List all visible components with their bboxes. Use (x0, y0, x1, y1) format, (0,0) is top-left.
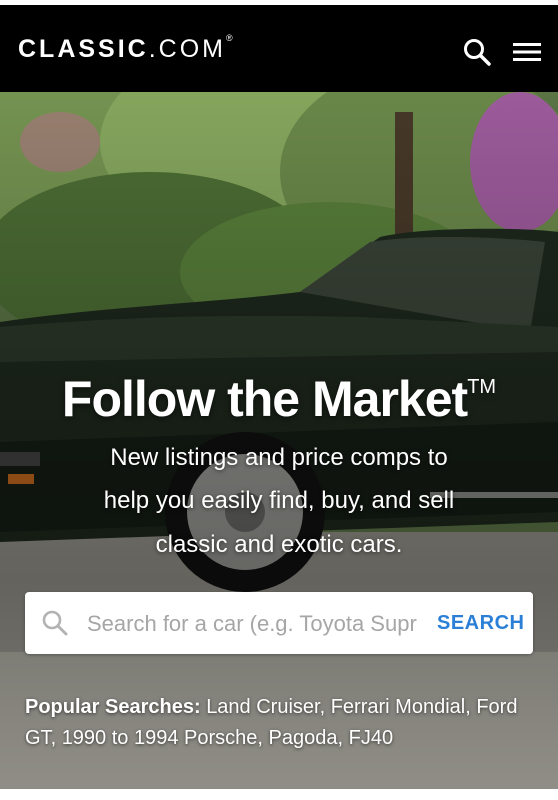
menu-icon[interactable] (512, 37, 542, 67)
popular-link-ferrari-mondial[interactable]: Ferrari Mondial (331, 696, 465, 718)
search-input[interactable] (85, 604, 419, 644)
hero-overlay (0, 92, 558, 789)
popular-link-fj40[interactable]: FJ40 (349, 727, 393, 749)
hero-subline-1: New listings and price comps to (110, 444, 448, 471)
popular-searches: Popular Searches: Land Cruiser, Ferrari … (25, 696, 518, 749)
top-nav-bar: CLASSIC.COM® (0, 0, 558, 92)
hero-section: Follow the MarketTM New listings and pri… (0, 92, 558, 789)
search-button[interactable]: SEARCH (437, 592, 533, 654)
popular-searches-label: Popular Searches: (25, 696, 201, 718)
popular-link-porsche-1990-1994[interactable]: 1990 to 1994 Porsche (62, 727, 258, 749)
bottom-strip (0, 789, 558, 800)
hero-subline-3: classic and exotic cars. (155, 531, 403, 558)
page: CLASSIC.COM® Follow the MarketTM New lis… (0, 0, 558, 800)
brand-logo[interactable]: CLASSIC.COM® (18, 33, 233, 64)
popular-link-land-cruiser[interactable]: Land Cruiser (206, 696, 319, 718)
brand-name: CLASSIC (18, 35, 149, 63)
popular-link-pagoda[interactable]: Pagoda (269, 727, 338, 749)
hero-subline-2: help you easily find, buy, and sell (103, 487, 455, 514)
headline-trademark: TM (467, 376, 497, 398)
brand-domain: .COM (148, 35, 227, 63)
headline-text: Follow the Market (61, 371, 468, 427)
search-field-icon (42, 610, 68, 636)
search-icon[interactable] (462, 37, 492, 67)
brand-trademark: ® (226, 33, 233, 43)
search-bar: SEARCH (25, 592, 533, 654)
hero-headline: Follow the MarketTM (0, 370, 558, 428)
